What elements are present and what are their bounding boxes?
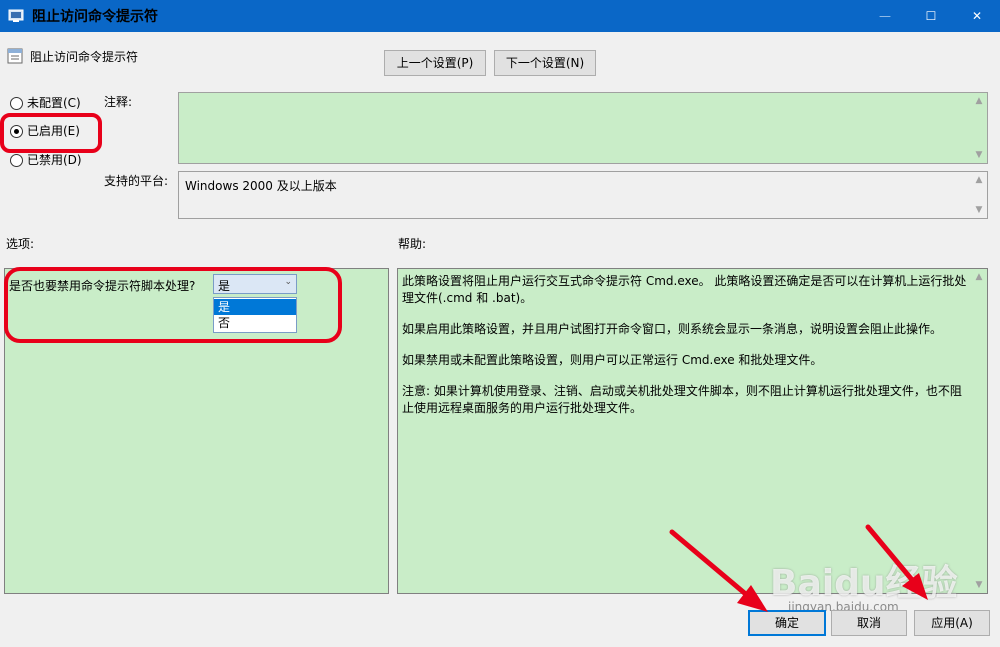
ok-button[interactable]: 确定: [748, 610, 826, 636]
scroll-up-icon[interactable]: ▲: [974, 96, 984, 106]
comment-scrollbar[interactable]: ▲ ▼: [971, 93, 987, 163]
comment-label: 注释:: [104, 95, 133, 109]
help-paragraph: 注意: 如果计算机使用登录、注销、启动或关机批处理文件脚本，则不阻止计算机运行批…: [402, 384, 962, 415]
platform-scrollbar[interactable]: ▲ ▼: [971, 172, 987, 218]
baidu-watermark: Baidu经验 jingyan.baidu.com: [760, 548, 960, 618]
help-text: 此策略设置将阻止用户运行交互式命令提示符 Cmd.exe。 此策略设置还确定是否…: [402, 273, 967, 431]
comment-textarea[interactable]: ▲ ▼: [178, 92, 988, 164]
close-button[interactable]: ✕: [954, 0, 1000, 32]
radio-circle: [10, 97, 23, 110]
maximize-button[interactable]: ☐: [908, 0, 954, 32]
next-setting-button[interactable]: 下一个设置(N): [494, 50, 596, 76]
maximize-icon: ☐: [925, 9, 937, 23]
scroll-down-icon[interactable]: ▼: [974, 580, 984, 590]
apply-button[interactable]: 应用(A): [914, 610, 990, 636]
radio-label: 已禁用(D): [27, 153, 82, 167]
scroll-up-icon[interactable]: ▲: [974, 272, 984, 282]
help-panel: 此策略设置将阻止用户运行交互式命令提示符 Cmd.exe。 此策略设置还确定是否…: [397, 268, 988, 594]
policy-app-icon: [8, 9, 24, 22]
watermark-brand: Baidu经验: [770, 563, 958, 604]
policy-setting-icon: [7, 48, 23, 64]
help-label: 帮助:: [398, 237, 427, 251]
radio-circle: [10, 154, 23, 167]
scroll-up-icon[interactable]: ▲: [974, 175, 984, 185]
radio-not-configured[interactable]: 未配置(C): [10, 94, 81, 112]
annotation-highlight-options: [4, 267, 342, 343]
help-paragraph: 此策略设置将阻止用户运行交互式命令提示符 Cmd.exe。 此策略设置还确定是否…: [402, 274, 967, 305]
minimize-button[interactable]: —: [862, 0, 908, 32]
previous-setting-button[interactable]: 上一个设置(P): [384, 50, 486, 76]
supported-platform-value: Windows 2000 及以上版本: [185, 179, 337, 193]
radio-disabled[interactable]: 已禁用(D): [10, 151, 82, 169]
scroll-down-icon[interactable]: ▼: [974, 205, 984, 215]
radio-label: 未配置(C): [27, 96, 81, 110]
close-icon: ✕: [971, 9, 983, 23]
help-paragraph: 如果启用此策略设置，并且用户试图打开命令窗口，则系统会显示一条消息，说明设置会阻…: [402, 322, 943, 336]
window-title: 阻止访问命令提示符: [32, 9, 158, 25]
help-paragraph: 如果禁用或未配置此策略设置，则用户可以正常运行 Cmd.exe 和批处理文件。: [402, 353, 823, 367]
annotation-highlight-enabled: [0, 113, 102, 153]
help-scrollbar[interactable]: ▲ ▼: [971, 269, 987, 593]
supported-platform-label: 支持的平台:: [104, 174, 169, 188]
options-label: 选项:: [6, 237, 35, 251]
cancel-button[interactable]: 取消: [831, 610, 907, 636]
scroll-down-icon[interactable]: ▼: [974, 150, 984, 160]
minimize-icon: —: [879, 9, 891, 23]
policy-name: 阻止访问命令提示符: [30, 50, 139, 64]
supported-platform-field: Windows 2000 及以上版本 ▲ ▼: [178, 171, 988, 219]
